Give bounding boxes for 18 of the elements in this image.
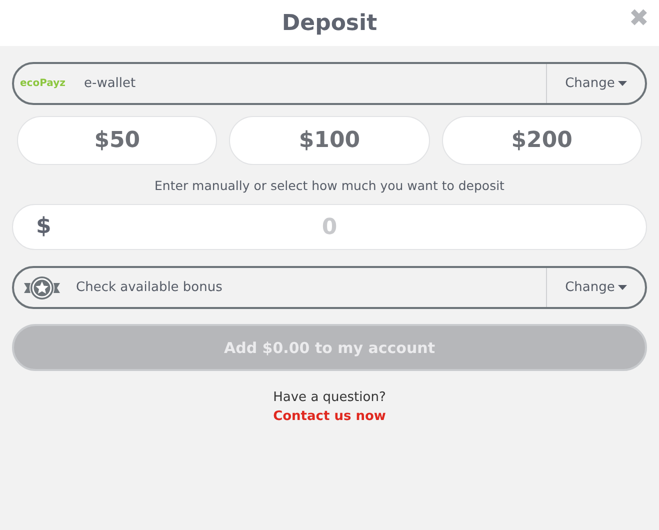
contact-link[interactable]: Contact us now xyxy=(273,409,386,424)
bonus-selector[interactable]: Check available bonus Change xyxy=(12,266,647,309)
change-button[interactable]: Change xyxy=(546,268,645,307)
payment-logo: ecoPayz xyxy=(20,78,66,89)
amount-option[interactable]: $50 xyxy=(17,116,218,165)
star-badge-icon xyxy=(24,274,60,302)
change-button[interactable]: Change xyxy=(546,64,645,103)
dialog-title: Deposit xyxy=(282,10,378,36)
caret-icon xyxy=(618,81,627,86)
help-question: Have a question? xyxy=(272,390,387,405)
currency-symbol: $ xyxy=(36,214,52,239)
hint-text: Enter manually or select how much you want to deposit xyxy=(154,178,506,193)
caret-icon xyxy=(618,285,627,290)
bonus-label: Check available bonus xyxy=(76,280,224,295)
amount-option[interactable]: $100 xyxy=(229,116,430,165)
payment-method-label: e-wallet xyxy=(84,76,137,91)
amount-option[interactable]: $200 xyxy=(442,116,642,165)
payment-method-selector[interactable]: ecoPayz e-wallet Change xyxy=(12,62,647,105)
